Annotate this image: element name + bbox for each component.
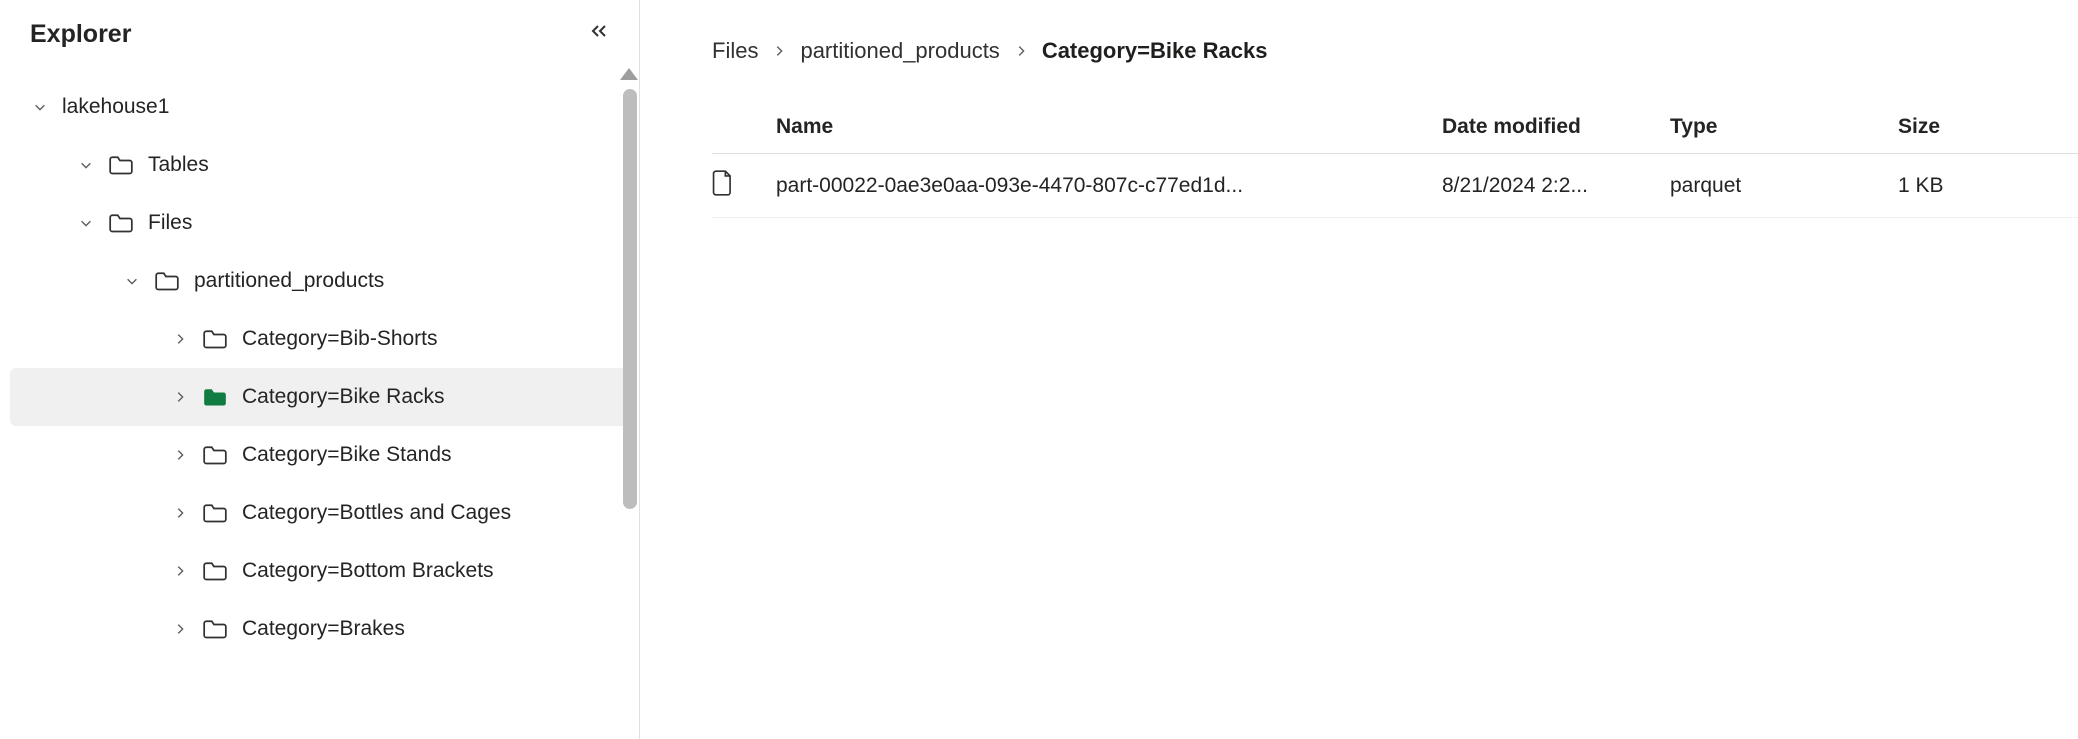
- chevron-right-icon: [170, 329, 190, 349]
- chevron-down-icon: [122, 271, 142, 291]
- chevron-right-icon: [170, 561, 190, 581]
- tree-item-category-bike-racks[interactable]: Category=Bike Racks: [10, 368, 629, 426]
- breadcrumb-item-files[interactable]: Files: [712, 38, 758, 64]
- table-row[interactable]: part-00022-0ae3e0aa-093e-4470-807c-c77ed…: [712, 154, 2078, 218]
- tree-item-label: Category=Bike Stands: [242, 443, 452, 467]
- tree-item-files[interactable]: Files: [0, 194, 639, 252]
- tree-item-label: Category=Bottles and Cages: [242, 501, 511, 525]
- tree-item-label: Category=Bottom Brackets: [242, 559, 494, 583]
- tree-item-label: Category=Bike Racks: [242, 385, 445, 409]
- tree-item-category-bottom-brackets[interactable]: Category=Bottom Brackets: [0, 542, 639, 600]
- tree-view: lakehouse1 Tables Files: [0, 72, 639, 658]
- tree-item-tables[interactable]: Tables: [0, 136, 639, 194]
- column-header-type[interactable]: Type: [1670, 115, 1898, 139]
- breadcrumb-item-partitioned-products[interactable]: partitioned_products: [800, 38, 999, 64]
- tree-item-lakehouse[interactable]: lakehouse1: [0, 78, 639, 136]
- explorer-sidebar: Explorer lakehouse1: [0, 0, 640, 739]
- folder-icon: [108, 152, 134, 178]
- main-content: Files partitioned_products Category=Bike…: [640, 0, 2078, 739]
- file-icon: [712, 170, 776, 202]
- tree-item-category-bottles-and-cages[interactable]: Category=Bottles and Cages: [0, 484, 639, 542]
- breadcrumb: Files partitioned_products Category=Bike…: [640, 38, 2078, 100]
- tree-item-label: Files: [148, 211, 192, 235]
- chevron-down-icon: [76, 213, 96, 233]
- chevron-right-icon: [170, 387, 190, 407]
- collapse-sidebar-button[interactable]: [583, 18, 615, 50]
- folder-icon: [202, 616, 228, 642]
- folder-icon: [202, 326, 228, 352]
- breadcrumb-item-current: Category=Bike Racks: [1042, 38, 1268, 64]
- folder-icon: [202, 500, 228, 526]
- file-type-cell: parquet: [1670, 174, 1898, 198]
- column-header-name[interactable]: Name: [776, 115, 1442, 139]
- table-header: Name Date modified Type Size: [712, 100, 2078, 154]
- chevron-down-icon: [30, 97, 50, 117]
- chevron-right-icon: [170, 619, 190, 639]
- explorer-title: Explorer: [30, 20, 131, 49]
- folder-icon: [202, 442, 228, 468]
- file-name-cell: part-00022-0ae3e0aa-093e-4470-807c-c77ed…: [776, 174, 1442, 198]
- tree-item-category-bike-stands[interactable]: Category=Bike Stands: [0, 426, 639, 484]
- file-table: Name Date modified Type Size part-00022-…: [712, 100, 2078, 218]
- scroll-up-arrow-icon[interactable]: [620, 68, 638, 80]
- folder-icon: [202, 558, 228, 584]
- file-date-cell: 8/21/2024 2:2...: [1442, 174, 1670, 198]
- chevron-right-icon: [170, 503, 190, 523]
- chevron-right-icon: [170, 445, 190, 465]
- column-header-date[interactable]: Date modified: [1442, 115, 1670, 139]
- tree-item-label: lakehouse1: [62, 95, 169, 119]
- tree-item-label: Category=Bib-Shorts: [242, 327, 438, 351]
- tree-item-label: Tables: [148, 153, 209, 177]
- chevron-right-icon: [772, 38, 786, 64]
- tree-item-category-brakes[interactable]: Category=Brakes: [0, 600, 639, 658]
- tree-item-category-bib-shorts[interactable]: Category=Bib-Shorts: [0, 310, 639, 368]
- chevron-down-icon: [76, 155, 96, 175]
- column-header-size[interactable]: Size: [1898, 115, 2078, 139]
- chevron-double-left-icon: [587, 19, 611, 49]
- folder-icon: [154, 268, 180, 294]
- chevron-right-icon: [1014, 38, 1028, 64]
- tree-item-partitioned-products[interactable]: partitioned_products: [0, 252, 639, 310]
- tree-item-label: Category=Brakes: [242, 617, 405, 641]
- file-size-cell: 1 KB: [1898, 174, 2078, 198]
- tree-item-label: partitioned_products: [194, 269, 384, 293]
- folder-open-icon: [202, 384, 228, 410]
- folder-icon: [108, 210, 134, 236]
- vertical-scrollbar[interactable]: [623, 89, 637, 509]
